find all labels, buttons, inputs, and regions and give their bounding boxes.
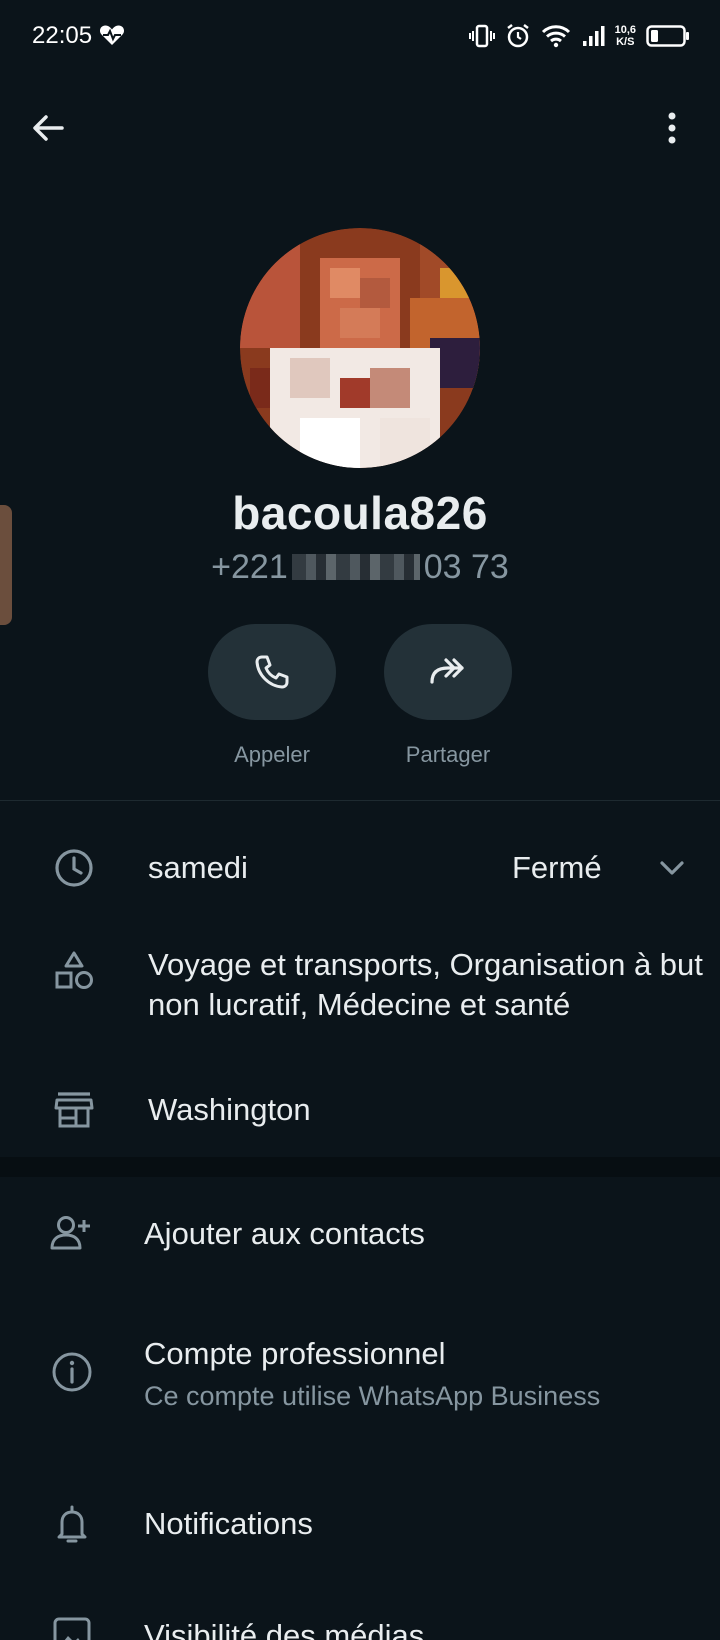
business-account-text: Compte professionnel Ce compte utilise W…: [144, 1334, 600, 1414]
business-categories: Voyage et transports, Organisation à but…: [148, 947, 703, 1022]
business-hours-row[interactable]: samedi Fermé: [0, 820, 720, 916]
call-label: Appeler: [234, 742, 310, 767]
profile-name: bacoula826: [232, 487, 488, 539]
add-to-contacts-label: Ajouter aux contacts: [144, 1216, 425, 1251]
add-to-contacts-row[interactable]: Ajouter aux contacts: [0, 1182, 720, 1282]
clock-icon: [55, 849, 93, 887]
redacted-digits: [291, 554, 420, 580]
info-icon: [52, 1352, 92, 1392]
profile-phone: +221 03 73: [211, 548, 509, 586]
call-button[interactable]: [208, 624, 336, 720]
notifications-row[interactable]: Notifications: [0, 1486, 720, 1566]
business-categories-row: Voyage et transports, Organisation à but…: [0, 935, 720, 1035]
business-location-row: Washington: [0, 1080, 720, 1140]
hours-status: Fermé: [512, 850, 602, 885]
hours-day: samedi: [148, 850, 248, 885]
bell-icon: [57, 1505, 87, 1543]
vibrate-icon: [468, 24, 495, 48]
more-vertical-icon[interactable]: [652, 108, 692, 148]
status-time: 22:05: [32, 22, 93, 49]
status-bar: 22:05 10,6 K/S: [0, 0, 720, 72]
network-speed: 10,6 K/S: [614, 24, 636, 48]
business-account-title: Compte professionnel: [144, 1336, 446, 1371]
divider: [0, 800, 720, 801]
notifications-label: Notifications: [144, 1506, 313, 1541]
avatar[interactable]: [240, 228, 480, 468]
business-location: Washington: [148, 1092, 311, 1127]
arrow-left-icon[interactable]: [28, 108, 68, 148]
store-icon: [54, 1092, 94, 1128]
chevron-down-icon[interactable]: [650, 846, 694, 890]
alarm-icon: [506, 24, 529, 48]
share-label: Partager: [405, 742, 491, 767]
section-gap: [0, 1157, 720, 1177]
media-icon: [53, 1617, 91, 1640]
wifi-icon: [541, 25, 570, 48]
category-icon: [55, 951, 93, 989]
add-person-icon: [50, 1216, 90, 1250]
share-action[interactable]: Partager: [384, 624, 512, 768]
share-button[interactable]: [384, 624, 512, 720]
business-account-row[interactable]: Compte professionnel Ce compte utilise W…: [0, 1316, 720, 1436]
signal-icon: [582, 26, 605, 46]
status-icons: 10,6 K/S: [468, 20, 690, 52]
media-visibility-row[interactable]: Visibilité des médias: [0, 1604, 720, 1640]
business-account-subtitle: Ce compte utilise WhatsApp Business: [144, 1381, 601, 1411]
heart-monitor-icon: [99, 25, 125, 45]
phone-icon: [255, 655, 289, 689]
share-forward-icon: [430, 658, 464, 684]
call-action[interactable]: Appeler: [208, 624, 336, 768]
media-visibility-label: Visibilité des médias: [144, 1618, 425, 1640]
battery-icon: [646, 25, 689, 47]
